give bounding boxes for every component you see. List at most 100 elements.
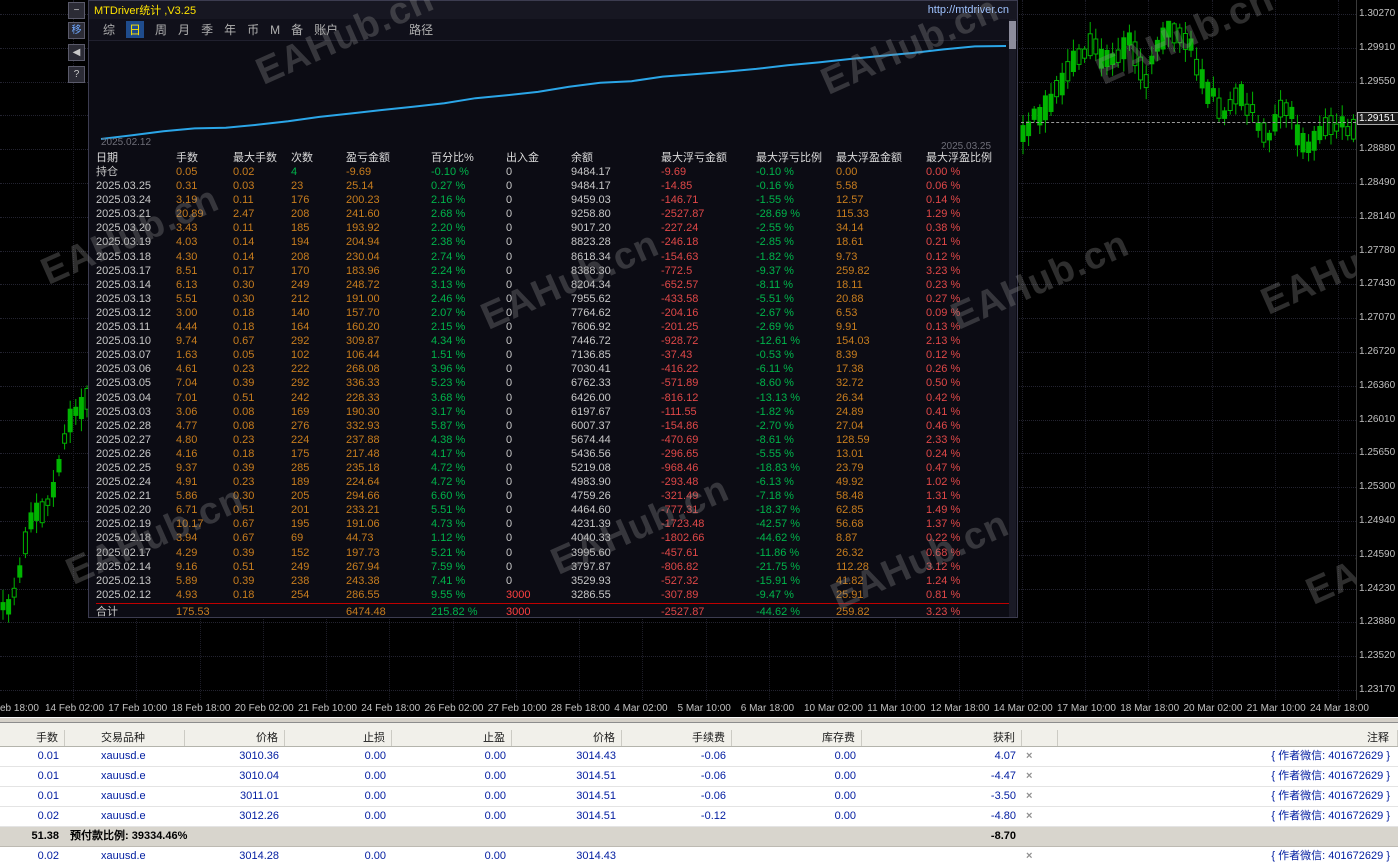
stats-cell: 3797.87 xyxy=(571,560,661,574)
terminal-cell: -3.50 xyxy=(862,787,1022,806)
terminal-column-header[interactable]: 注释 xyxy=(1058,730,1398,746)
stats-cell: 200.23 xyxy=(346,193,431,207)
terminal-cell: -4.80 xyxy=(862,807,1022,826)
panel-url-link[interactable]: http://mtdriver.cn xyxy=(928,4,1009,16)
equity-value: 51.38 xyxy=(0,827,59,846)
stats-cell: 0 xyxy=(506,264,571,278)
terminal-column-header[interactable]: 手续费 xyxy=(622,730,732,746)
stats-cell: 309.87 xyxy=(346,334,431,348)
panel-titlebar[interactable]: MTDriver统计 ,V3.25 http://mtdriver.cn xyxy=(89,1,1017,19)
price-axis-label: 1.25300 xyxy=(1359,481,1395,492)
stats-row: 2025.03.123.000.18140157.702.07 %07764.6… xyxy=(96,306,1014,320)
close-position-button[interactable]: × xyxy=(1022,767,1058,786)
scrollbar-thumb[interactable] xyxy=(1009,21,1016,49)
terminal-column-header[interactable]: 价格 xyxy=(185,730,285,746)
menu-item-季[interactable]: 季 xyxy=(201,21,213,38)
time-axis-label: 18 Mar 18:00 xyxy=(1120,703,1179,714)
terminal-column-header[interactable]: 交易品种 xyxy=(65,730,185,746)
stats-cell: 0 xyxy=(506,391,571,405)
menu-item-币[interactable]: 币 xyxy=(247,21,259,38)
terminal-column-header[interactable]: 手数 xyxy=(0,730,65,746)
stats-cell: 8.51 xyxy=(176,264,233,278)
stats-cell: 106.44 xyxy=(346,348,431,362)
panel-scrollbar[interactable] xyxy=(1009,19,1016,617)
menu-item-备[interactable]: 备 xyxy=(291,21,303,38)
stats-cell: 4983.90 xyxy=(571,475,661,489)
close-position-button[interactable]: × xyxy=(1022,847,1058,865)
panel-move-button[interactable]: 移 xyxy=(68,22,85,39)
stats-cell: -12.61 % xyxy=(756,334,836,348)
price-axis-label: 1.29550 xyxy=(1359,76,1395,87)
menu-item-账户[interactable]: 账户 xyxy=(314,21,338,38)
stats-cell: 2.07 % xyxy=(431,306,506,320)
terminal-column-header[interactable]: 价格 xyxy=(512,730,622,746)
position-row[interactable]: 0.02xauusd.e3012.260.000.003014.51-0.120… xyxy=(0,807,1398,827)
stats-cell: 102 xyxy=(291,348,346,362)
time-axis-label: eb 18:00 xyxy=(0,703,39,714)
stats-cell: 0.51 xyxy=(233,560,291,574)
stats-cell: 0.39 xyxy=(233,376,291,390)
price-axis-label: 1.26360 xyxy=(1359,380,1395,391)
menu-item-日[interactable]: 日 xyxy=(126,21,144,38)
terminal-cell: -0.06 xyxy=(622,767,732,786)
menu-item-M[interactable]: M xyxy=(270,23,280,37)
stats-cell: 233.21 xyxy=(346,503,431,517)
stats-cell: 2025.02.24 xyxy=(96,475,176,489)
stats-cell: 0.67 xyxy=(233,334,291,348)
stats-cell: 0.08 xyxy=(233,405,291,419)
price-axis-label: 1.23170 xyxy=(1359,684,1395,695)
position-row[interactable]: 0.01xauusd.e3011.010.000.003014.51-0.060… xyxy=(0,787,1398,807)
panel-help-button[interactable]: ? xyxy=(68,66,85,83)
close-position-button[interactable]: × xyxy=(1022,747,1058,766)
panel-collapse-button[interactable]: ◀ xyxy=(68,44,85,61)
menu-item-年[interactable]: 年 xyxy=(224,21,236,38)
stats-cell: 0 xyxy=(506,165,571,179)
stats-cell: -928.72 xyxy=(661,334,756,348)
stats-cell: -5.55 % xyxy=(756,447,836,461)
menu-item-周[interactable]: 周 xyxy=(155,21,167,38)
stats-cell: -527.32 xyxy=(661,574,756,588)
terminal-column-header[interactable]: 库存费 xyxy=(732,730,862,746)
price-axis-label: 1.28880 xyxy=(1359,143,1395,154)
stats-cell: 6007.37 xyxy=(571,419,661,433)
stats-cell: 58.48 xyxy=(836,489,926,503)
stats-cell: 2025.02.21 xyxy=(96,489,176,503)
stats-cell: -2527.87 xyxy=(661,207,756,221)
terminal-column-header[interactable]: 止盈 xyxy=(392,730,512,746)
close-position-button[interactable]: × xyxy=(1022,807,1058,826)
pending-order-row[interactable]: 0.02xauusd.e3014.280.000.003014.43×{ 作者微… xyxy=(0,847,1398,865)
price-axis-label: 1.25650 xyxy=(1359,447,1395,458)
time-axis-label: 4 Mar 02:00 xyxy=(614,703,667,714)
stats-cell: 0.30 xyxy=(233,489,291,503)
stats-cell: -416.22 xyxy=(661,362,756,376)
stats-cell: 0.67 xyxy=(233,517,291,531)
terminal-cell: 3011.01 xyxy=(185,787,285,806)
stats-cell: -816.12 xyxy=(661,391,756,405)
menu-item-路径[interactable]: 路径 xyxy=(409,21,433,38)
stats-cell: 2.13 % xyxy=(926,334,1014,348)
position-row[interactable]: 0.01xauusd.e3010.040.000.003014.51-0.060… xyxy=(0,767,1398,787)
close-position-button[interactable]: × xyxy=(1022,787,1058,806)
stats-cell: 2025.02.25 xyxy=(96,461,176,475)
menu-item-月[interactable]: 月 xyxy=(178,21,190,38)
stats-cell: 1.51 % xyxy=(431,348,506,362)
panel-minimize-button[interactable]: − xyxy=(68,2,85,19)
time-axis-label: 20 Mar 02:00 xyxy=(1184,703,1243,714)
position-row[interactable]: 0.01xauusd.e3010.360.000.003014.43-0.060… xyxy=(0,747,1398,767)
stats-row: 2025.02.215.860.30205294.666.60 %04759.2… xyxy=(96,489,1014,503)
stats-cell: 208 xyxy=(291,207,346,221)
stats-cell: 285 xyxy=(291,461,346,475)
stats-cell: 191.06 xyxy=(346,517,431,531)
time-axis-label: 21 Feb 10:00 xyxy=(298,703,357,714)
terminal-column-header[interactable]: 止损 xyxy=(285,730,392,746)
stats-cell: 0 xyxy=(506,306,571,320)
stats-cell: 7955.62 xyxy=(571,292,661,306)
stats-cell: 292 xyxy=(291,334,346,348)
terminal-panel: 手数交易品种价格止损止盈价格手续费库存费获利注释 0.01xauusd.e301… xyxy=(0,717,1398,865)
terminal-column-header[interactable]: 获利 xyxy=(862,730,1022,746)
stats-cell: 2025.02.28 xyxy=(96,419,176,433)
time-axis-label: 17 Feb 10:00 xyxy=(108,703,167,714)
menu-item-综[interactable]: 综 xyxy=(103,21,115,38)
stats-cell: 267.94 xyxy=(346,560,431,574)
stats-cell: 248.72 xyxy=(346,278,431,292)
